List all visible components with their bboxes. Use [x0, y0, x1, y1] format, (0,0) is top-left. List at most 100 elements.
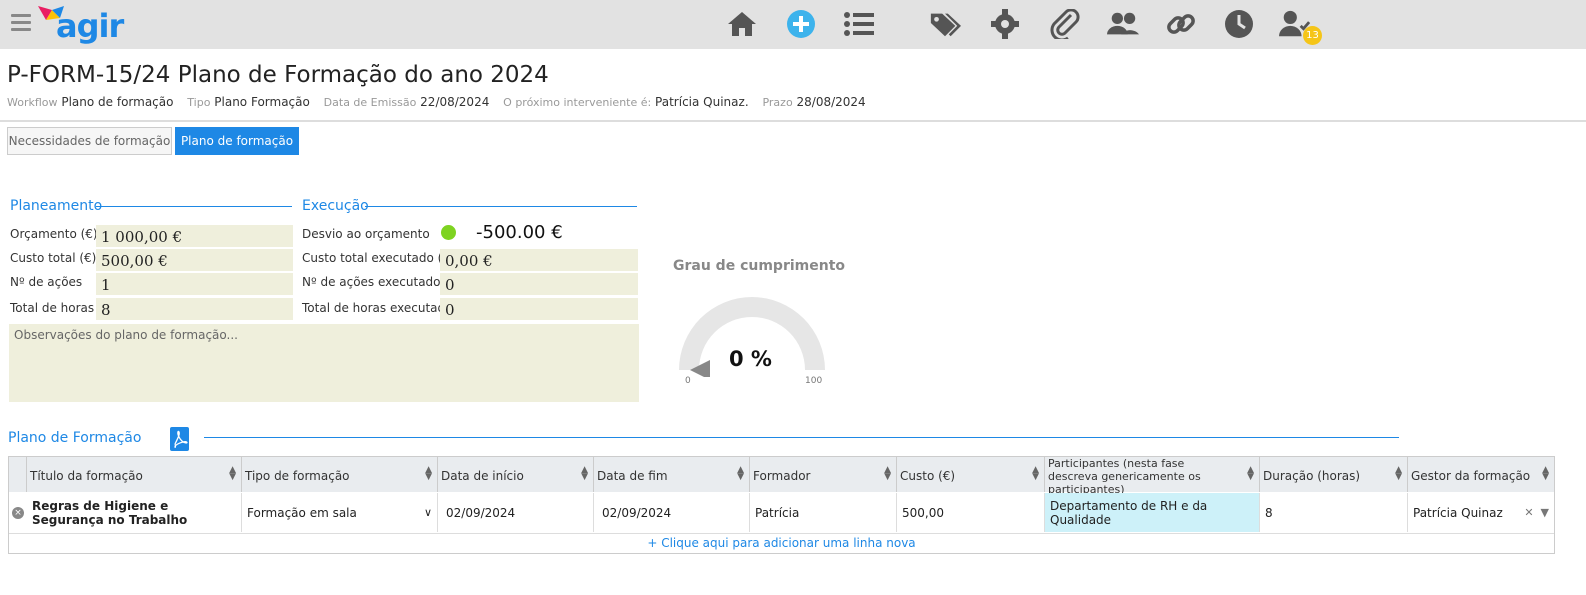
- orcamento-field[interactable]: 1 000,00 €: [96, 225, 293, 247]
- col-header-participantes[interactable]: Participantes (nesta fase descreva gener…: [1045, 457, 1260, 496]
- gauge-min-label: 0: [685, 376, 691, 386]
- logo-text: agir: [56, 7, 124, 45]
- gear-icon[interactable]: [988, 8, 1022, 40]
- tipo-select[interactable]: Formação em sala ∨: [242, 493, 438, 532]
- horas-executadas-field[interactable]: 0: [440, 298, 638, 320]
- sort-icon[interactable]: ▲ ▼: [1395, 466, 1402, 482]
- col-header-tipo[interactable]: Tipo de formação ▲ ▼: [242, 457, 438, 492]
- sort-icon[interactable]: ▲ ▼: [229, 466, 236, 482]
- col-header-inicio[interactable]: Data de início ▲ ▼: [438, 457, 594, 492]
- section-planeamento: Planeamento: [10, 198, 103, 214]
- col-header-custo[interactable]: Custo (€) ▲ ▼: [897, 457, 1045, 492]
- meta-data-key: Data de Emissão: [323, 96, 417, 109]
- meta-prazo-key: Prazo: [762, 96, 793, 109]
- cell-duracao[interactable]: 8: [1260, 493, 1408, 532]
- cell-custo[interactable]: 500,00: [897, 493, 1045, 532]
- col-header-label: Duração (horas): [1263, 469, 1361, 483]
- col-header-titulo[interactable]: Título da formação ▲ ▼: [27, 457, 242, 492]
- cell-data-fim[interactable]: 02/09/2024: [594, 493, 750, 532]
- add-row-link[interactable]: + Clique aqui para adicionar uma linha n…: [9, 533, 1554, 552]
- notification-badge[interactable]: 13: [1303, 26, 1322, 45]
- clear-icon[interactable]: ✕: [1524, 506, 1533, 519]
- cell-participantes[interactable]: Departamento de RH e da Qualidade: [1045, 493, 1260, 532]
- remove-row-icon[interactable]: ×: [12, 507, 24, 519]
- section-divider: [96, 206, 292, 207]
- col-header-duracao[interactable]: Duração (horas) ▲ ▼: [1260, 457, 1408, 492]
- col-header-label: Formador: [753, 469, 811, 483]
- tipo-select-value: Formação em sala: [247, 505, 357, 520]
- sort-icon[interactable]: ▲ ▼: [1247, 466, 1254, 482]
- col-header-label: Participantes (nesta fase descreva gener…: [1048, 457, 1201, 496]
- custo-executado-label: Custo total executado (€): [302, 251, 455, 265]
- clock-icon[interactable]: [1222, 8, 1256, 40]
- gestor-select-value: Patrícia Quinaz: [1413, 505, 1503, 520]
- sort-icon[interactable]: ▲ ▼: [425, 466, 432, 482]
- custo-total-field[interactable]: 500,00 €: [96, 249, 293, 271]
- horas-label: Total de horas: [10, 301, 95, 315]
- meta-data-value: 22/08/2024: [420, 95, 490, 109]
- acoes-executado-label: Nº de ações executado: [302, 275, 441, 289]
- top-bar: agir 13: [0, 0, 1586, 49]
- col-header-fim[interactable]: Data de fim ▲ ▼: [594, 457, 750, 492]
- custo-executado-field[interactable]: 0,00 €: [440, 249, 638, 271]
- link-icon[interactable]: [1164, 8, 1198, 40]
- cell-data-inicio[interactable]: 02/09/2024: [438, 493, 594, 532]
- cell-titulo[interactable]: Regras de Higiene e Segurança no Trabalh…: [27, 493, 242, 532]
- tab-necessidades[interactable]: Necessidades de formação: [7, 127, 172, 155]
- col-header-label: Data de fim: [597, 469, 668, 483]
- col-header-label: Gestor da formação: [1411, 469, 1531, 483]
- meta-next-key: O próximo interveniente é:: [503, 96, 652, 109]
- observacoes-textarea[interactable]: Observações do plano de formação...: [9, 324, 639, 402]
- chevron-down-icon: ∨: [423, 506, 432, 519]
- add-icon[interactable]: [784, 8, 818, 40]
- cell-formador[interactable]: Patrícia: [750, 493, 897, 532]
- meta-workflow-key: Workflow: [7, 96, 58, 109]
- menu-icon[interactable]: [11, 14, 31, 34]
- tab-plano[interactable]: Plano de formação: [175, 127, 299, 155]
- meta-tipo-key: Tipo: [187, 96, 211, 109]
- home-icon[interactable]: [725, 8, 759, 40]
- acoes-field[interactable]: 1: [96, 273, 293, 295]
- col-header-label: Custo (€): [900, 469, 956, 483]
- horas-executadas-label: Total de horas executadas: [302, 301, 459, 315]
- logo[interactable]: agir: [36, 4, 126, 46]
- acoes-executado-field[interactable]: 0: [440, 273, 638, 295]
- col-header-gestor[interactable]: Gestor da formação ▲ ▼: [1408, 457, 1554, 492]
- select-controls: ✕ ▼: [1524, 506, 1549, 519]
- orcamento-label: Orçamento (€): [10, 227, 98, 241]
- col-header-label: Tipo de formação: [245, 469, 350, 483]
- status-dot-icon: [441, 225, 456, 240]
- users-icon[interactable]: [1106, 8, 1140, 40]
- paperclip-icon[interactable]: [1048, 8, 1082, 40]
- gestor-select[interactable]: Patrícia Quinaz ✕ ▼: [1408, 493, 1554, 532]
- table-header-blank: [9, 457, 27, 492]
- pdf-export-icon[interactable]: [170, 427, 189, 451]
- plano-table: Título da formação ▲ ▼ Tipo de formação ▲ ▼ …: [8, 456, 1555, 554]
- section-divider: [365, 206, 637, 207]
- sort-icon[interactable]: ▲ ▼: [737, 466, 744, 482]
- meta-next-value: Patrícia Quinaz.: [655, 95, 749, 109]
- caret-down-icon[interactable]: ▼: [1541, 506, 1549, 519]
- sort-icon[interactable]: ▲ ▼: [1542, 466, 1549, 482]
- plano-section-title: Plano de Formação: [8, 430, 142, 446]
- sort-icon[interactable]: ▲ ▼: [1032, 466, 1039, 482]
- meta-tipo-value: Plano Formação: [214, 95, 310, 109]
- horas-field[interactable]: 8: [96, 298, 293, 320]
- gauge-title: Grau de cumprimento: [673, 258, 846, 274]
- page-title: P-FORM-15/24 Plano de Formação do ano 20…: [7, 62, 549, 88]
- tags-icon[interactable]: [928, 8, 962, 40]
- col-header-formador[interactable]: Formador ▲ ▼: [750, 457, 897, 492]
- col-header-label: Título da formação: [30, 469, 143, 483]
- sort-icon[interactable]: ▲ ▼: [884, 466, 891, 482]
- col-header-label: Data de início: [441, 469, 524, 483]
- list-icon[interactable]: [842, 8, 876, 40]
- acoes-label: Nº de ações: [10, 275, 83, 289]
- section-divider: [204, 437, 1399, 438]
- meta-workflow-value: Plano de formação: [61, 95, 174, 109]
- gauge-max-label: 100: [805, 376, 823, 386]
- section-execucao: Execução: [302, 198, 369, 214]
- gauge-value: 0 %: [729, 347, 772, 371]
- divider: [0, 120, 1586, 122]
- sort-icon[interactable]: ▲ ▼: [581, 466, 588, 482]
- desvio-label: Desvio ao orçamento: [302, 227, 430, 241]
